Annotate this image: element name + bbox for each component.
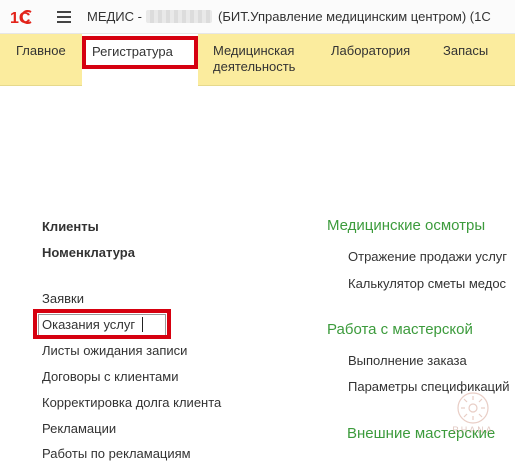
section-title-workshop: Работа с мастерской [327, 321, 473, 338]
link-service-sales[interactable]: Отражение продажи услуг [348, 249, 507, 264]
link-nomenclature[interactable]: Номенклатура [42, 245, 135, 260]
rhana-logo-icon [457, 392, 489, 424]
section-main[interactable]: Главное [16, 43, 66, 59]
section-registry-label: Регистратура [92, 44, 173, 59]
config-name: (БИТ.Управление медицинским центром) (1С [217, 9, 491, 24]
app-name: МЕДИС - [87, 9, 142, 24]
text-cursor [142, 317, 143, 332]
link-waiting-lists[interactable]: Листы ожидания записи [42, 343, 187, 358]
watermark-label: RHANA [452, 425, 494, 435]
link-requests[interactable]: Заявки [42, 291, 84, 306]
link-client-contracts[interactable]: Договоры с клиентами [42, 369, 178, 384]
section-laboratory[interactable]: Лаборатория [331, 43, 410, 59]
section-medical-activity[interactable]: Медицинская деятельность [213, 43, 313, 75]
link-estimate-calculator[interactable]: Калькулятор сметы медос [348, 276, 506, 291]
section-stocks[interactable]: Запасы [443, 43, 488, 59]
blurred-db-name [145, 10, 212, 23]
link-debt-adjustment[interactable]: Корректировка долга клиента [42, 395, 221, 410]
link-service-provision[interactable]: Оказания услуг [42, 317, 135, 332]
rhana-watermark: RHANA [440, 392, 506, 454]
window-title: МЕДИС - (БИТ.Управление медицинским центр… [87, 9, 491, 24]
link-claim-works[interactable]: Работы по рекламациям [42, 446, 191, 461]
section-title-medical-exams: Медицинские осмотры [327, 217, 486, 234]
link-order-execution[interactable]: Выполнение заказа [348, 353, 467, 368]
1c-logo-icon[interactable]: 1С [10, 8, 42, 26]
link-claims[interactable]: Рекламации [42, 421, 116, 436]
main-menu-icon[interactable] [57, 11, 71, 23]
section-registry[interactable]: Регистратура [82, 34, 198, 86]
link-clients[interactable]: Клиенты [42, 219, 99, 234]
title-bar: 1С МЕДИС - (БИТ.Управление медицинским це… [0, 0, 515, 34]
